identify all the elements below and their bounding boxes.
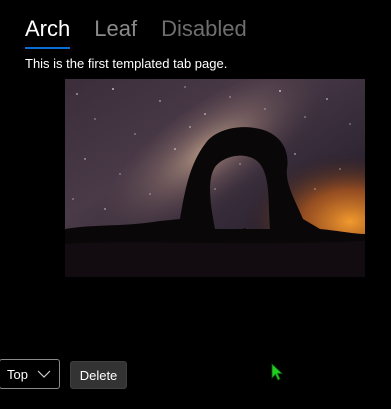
placement-select-value: Top [7, 366, 28, 382]
placement-select[interactable]: Top [0, 359, 60, 389]
tab-arch[interactable]: Arch [25, 14, 71, 49]
tab-leaf[interactable]: Leaf [94, 14, 137, 44]
tab-view-sample: Arch Leaf Disabled This is the first tem… [0, 0, 391, 409]
delete-button[interactable]: Delete [70, 361, 127, 389]
tab-page-text: This is the first templated tab page. [25, 56, 228, 71]
tab-header: Arch Leaf Disabled [25, 14, 247, 49]
chevron-down-icon [37, 370, 51, 378]
mouse-pointer-icon [271, 363, 283, 381]
arch-photo [65, 79, 365, 277]
tab-disabled: Disabled [161, 16, 247, 41]
